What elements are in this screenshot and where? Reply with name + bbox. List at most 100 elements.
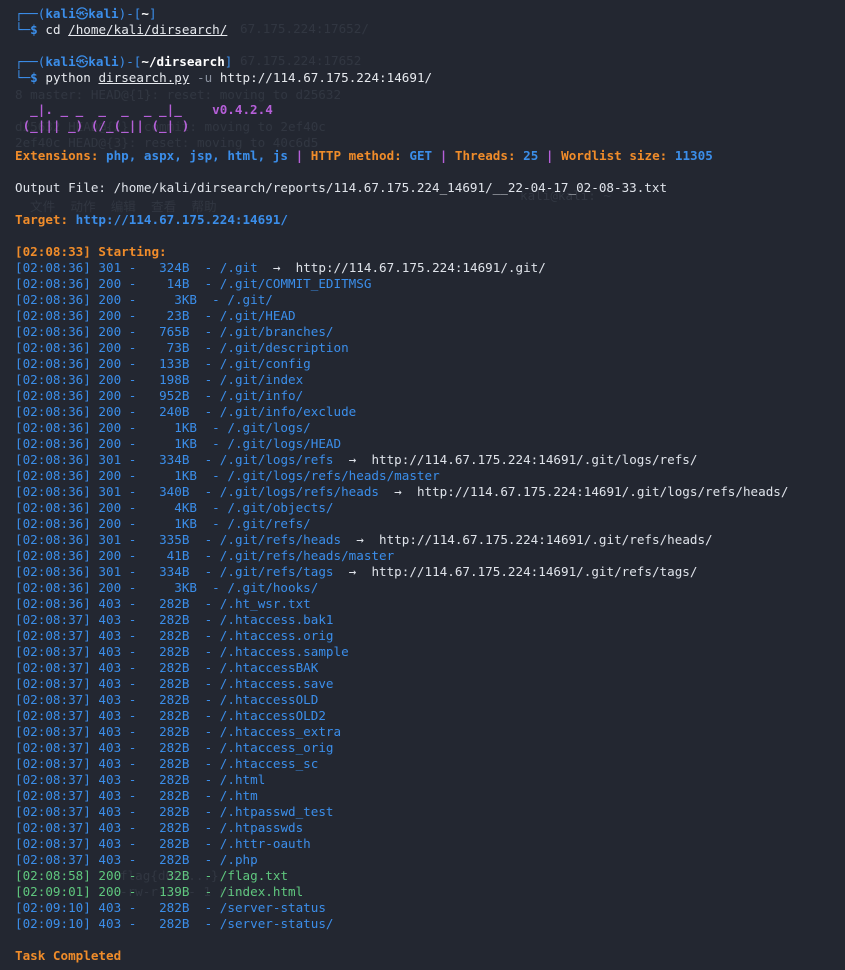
result-time: [02:08:58] xyxy=(15,868,91,883)
result-path: /.git/description xyxy=(219,340,349,355)
result-redirect-url: http://114.67.175.224:14691/.git/logs/re… xyxy=(416,484,789,499)
result-path: /.htaccess_extra xyxy=(219,724,342,739)
result-status-code: 403 xyxy=(98,660,122,675)
result-size: 282B xyxy=(151,628,190,643)
result-time: [02:08:36] xyxy=(15,452,91,467)
result-size: 335B xyxy=(151,532,190,547)
result-size: 282B xyxy=(151,708,190,723)
result-time: [02:08:37] xyxy=(15,820,91,835)
result-path: /.git/objects/ xyxy=(227,500,334,515)
result-time: [02:08:36] xyxy=(15,596,91,611)
result-path: /.git/COMMIT_EDITMSG xyxy=(219,276,372,291)
result-size: 32B xyxy=(151,868,190,883)
result-row: [02:08:37] 403 - 282B - /.php xyxy=(15,852,258,867)
result-path: /.git/logs/refs/heads xyxy=(219,484,380,499)
command-line[interactable]: └─$ cd /home/kali/dirsearch/ xyxy=(15,22,845,38)
result-row: [02:08:36] 200 - 14B - /.git/COMMIT_EDIT… xyxy=(15,276,372,291)
result-path: /flag.txt xyxy=(219,868,289,883)
result-row: [02:08:37] 403 - 282B - /.htaccess.save xyxy=(15,676,334,691)
result-path: /.htaccessOLD xyxy=(219,692,319,707)
result-path: /.htaccess.bak1 xyxy=(219,612,334,627)
result-row: [02:08:37] 403 - 282B - /.htaccess_sc xyxy=(15,756,319,771)
dirsearch-logo: (_||| _) (/_(_|| (_| ) xyxy=(15,118,190,133)
result-time: [02:08:36] xyxy=(15,308,91,323)
result-path: /.git/refs/tags xyxy=(219,564,334,579)
result-time: [02:08:37] xyxy=(15,644,91,659)
result-time: [02:08:36] xyxy=(15,404,91,419)
command-line[interactable]: └─$ python dirsearch.py -u http://114.67… xyxy=(15,70,845,86)
result-status-code: 200 xyxy=(98,868,122,883)
result-time: [02:08:37] xyxy=(15,756,91,771)
result-row: [02:09:01] 200 - 139B - /index.html xyxy=(15,884,304,899)
result-row: [02:08:36] 200 - 133B - /.git/config xyxy=(15,356,311,371)
result-row: [02:08:37] 403 - 282B - /.htpasswds xyxy=(15,820,304,835)
result-path: /index.html xyxy=(219,884,304,899)
result-status-code: 200 xyxy=(98,516,122,531)
result-size: 3KB xyxy=(151,580,198,595)
result-time: [02:08:37] xyxy=(15,724,91,739)
result-status-code: 200 xyxy=(98,580,122,595)
result-size: 14B xyxy=(151,276,190,291)
result-row: [02:09:10] 403 - 282B - /server-status xyxy=(15,900,326,915)
terminal-window[interactable]: 67.175.224:17652/ 67.175.224:17652 8 mas… xyxy=(0,0,845,970)
result-row: [02:08:36] 200 - 1KB - /.git/logs/refs/h… xyxy=(15,468,440,483)
result-row: [02:08:36] 200 - 41B - /.git/refs/heads/… xyxy=(15,548,395,563)
result-path: /.htaccessOLD2 xyxy=(219,708,326,723)
results-list: [02:08:36] 301 - 324B - /.git → http://1… xyxy=(15,260,845,932)
result-size: 324B xyxy=(151,260,190,275)
result-status-code: 403 xyxy=(98,916,122,931)
result-status-code: 200 xyxy=(98,404,122,419)
result-row: [02:08:37] 403 - 282B - /.htaccess.sampl… xyxy=(15,644,349,659)
result-status-code: 403 xyxy=(98,612,122,627)
result-row: [02:08:36] 301 - 340B - /.git/logs/refs/… xyxy=(15,484,789,499)
result-status-code: 403 xyxy=(98,596,122,611)
result-row: [02:08:36] 200 - 765B - /.git/branches/ xyxy=(15,324,334,339)
result-status-code: 403 xyxy=(98,788,122,803)
result-time: [02:09:10] xyxy=(15,916,91,931)
result-status-code: 403 xyxy=(98,692,122,707)
dirsearch-logo: _|. _ _ _ _ _ _|_ v0.4.2.4 xyxy=(15,102,273,117)
result-size: 4KB xyxy=(151,500,198,515)
config-line: Extensions: php, aspx, jsp, html, js | H… xyxy=(15,148,713,163)
result-path: /.php xyxy=(219,852,258,867)
result-status-code: 301 xyxy=(98,532,122,547)
result-row: [02:08:36] 403 - 282B - /.ht_wsr.txt xyxy=(15,596,311,611)
result-size: 282B xyxy=(151,660,190,675)
result-row: [02:08:36] 200 - 3KB - /.git/ xyxy=(15,292,273,307)
result-path: /.git/index xyxy=(219,372,304,387)
result-path: /.htaccess_orig xyxy=(219,740,334,755)
starting-line: [02:08:33] Starting: xyxy=(15,244,167,259)
result-size: 1KB xyxy=(151,468,198,483)
result-status-code: 403 xyxy=(98,708,122,723)
result-status-code: 403 xyxy=(98,772,122,787)
result-status-code: 200 xyxy=(98,372,122,387)
result-size: 340B xyxy=(151,484,190,499)
redirect-arrow-icon: → xyxy=(333,452,372,467)
result-time: [02:08:37] xyxy=(15,852,91,867)
result-status-code: 200 xyxy=(98,468,122,483)
redirect-arrow-icon: → xyxy=(379,484,417,499)
result-path: /.htaccess.sample xyxy=(219,644,349,659)
result-size: 282B xyxy=(151,852,190,867)
result-time: [02:08:36] xyxy=(15,260,91,275)
result-path: /.html xyxy=(219,772,266,787)
result-time: [02:08:36] xyxy=(15,580,91,595)
result-row: [02:08:37] 403 - 282B - /.htm xyxy=(15,788,258,803)
result-size: 282B xyxy=(151,756,190,771)
result-status-code: 403 xyxy=(98,740,122,755)
result-time: [02:09:10] xyxy=(15,900,91,915)
result-size: 282B xyxy=(151,804,190,819)
result-path: /server-status xyxy=(219,900,326,915)
result-time: [02:08:37] xyxy=(15,804,91,819)
result-row: [02:08:36] 200 - 23B - /.git/HEAD xyxy=(15,308,296,323)
result-size: 282B xyxy=(151,676,190,691)
result-status-code: 403 xyxy=(98,628,122,643)
result-status-code: 200 xyxy=(98,500,122,515)
result-time: [02:08:37] xyxy=(15,708,91,723)
result-status-code: 403 xyxy=(98,756,122,771)
result-path: /.git/HEAD xyxy=(219,308,296,323)
result-time: [02:08:36] xyxy=(15,436,91,451)
result-time: [02:08:36] xyxy=(15,340,91,355)
result-time: [02:08:36] xyxy=(15,548,91,563)
result-time: [02:08:37] xyxy=(15,692,91,707)
